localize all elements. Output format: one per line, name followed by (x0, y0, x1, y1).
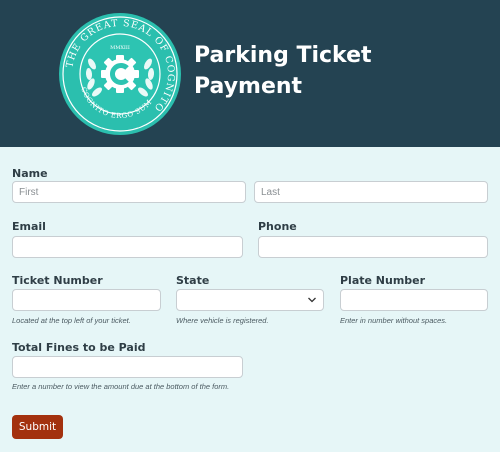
gear-c-seal-icon (101, 55, 139, 93)
ticket-number-input[interactable] (12, 289, 161, 311)
plate-number-label: Plate Number (340, 274, 426, 287)
ticket-number-label: Ticket Number (12, 274, 103, 287)
submit-button[interactable]: Submit (12, 415, 63, 439)
state-help: Where vehicle is registered. (176, 316, 269, 325)
page-title: Parking Ticket Payment (194, 40, 474, 102)
first-name-input[interactable] (12, 181, 246, 203)
email-label: Email (12, 220, 46, 233)
email-field[interactable] (12, 236, 243, 258)
seal-year: MMXIII (110, 45, 130, 51)
state-label: State (176, 274, 210, 287)
page-title-line-2: Payment (194, 74, 303, 99)
state-select[interactable] (176, 289, 324, 311)
page-title-line-1: Parking Ticket (194, 43, 372, 68)
page-header: THE GREAT SEAL OF COGNITO COGNITO ERGO S… (0, 0, 500, 147)
ticket-number-help: Located at the top left of your ticket. (12, 316, 131, 325)
name-label: Name (12, 167, 48, 180)
plate-number-help: Enter in number without spaces. (340, 316, 448, 325)
phone-label: Phone (258, 220, 297, 233)
payment-form: Name Email Phone Ticket Number Located a… (0, 147, 500, 452)
total-fines-help: Enter a number to view the amount due at… (12, 382, 230, 391)
total-fines-input[interactable] (12, 356, 243, 378)
total-fines-label: Total Fines to be Paid (12, 341, 146, 354)
chevron-down-icon (308, 297, 316, 303)
last-name-input[interactable] (254, 181, 488, 203)
seal-logo: THE GREAT SEAL OF COGNITO COGNITO ERGO S… (59, 13, 181, 135)
plate-number-input[interactable] (340, 289, 488, 311)
phone-field[interactable] (258, 236, 488, 258)
